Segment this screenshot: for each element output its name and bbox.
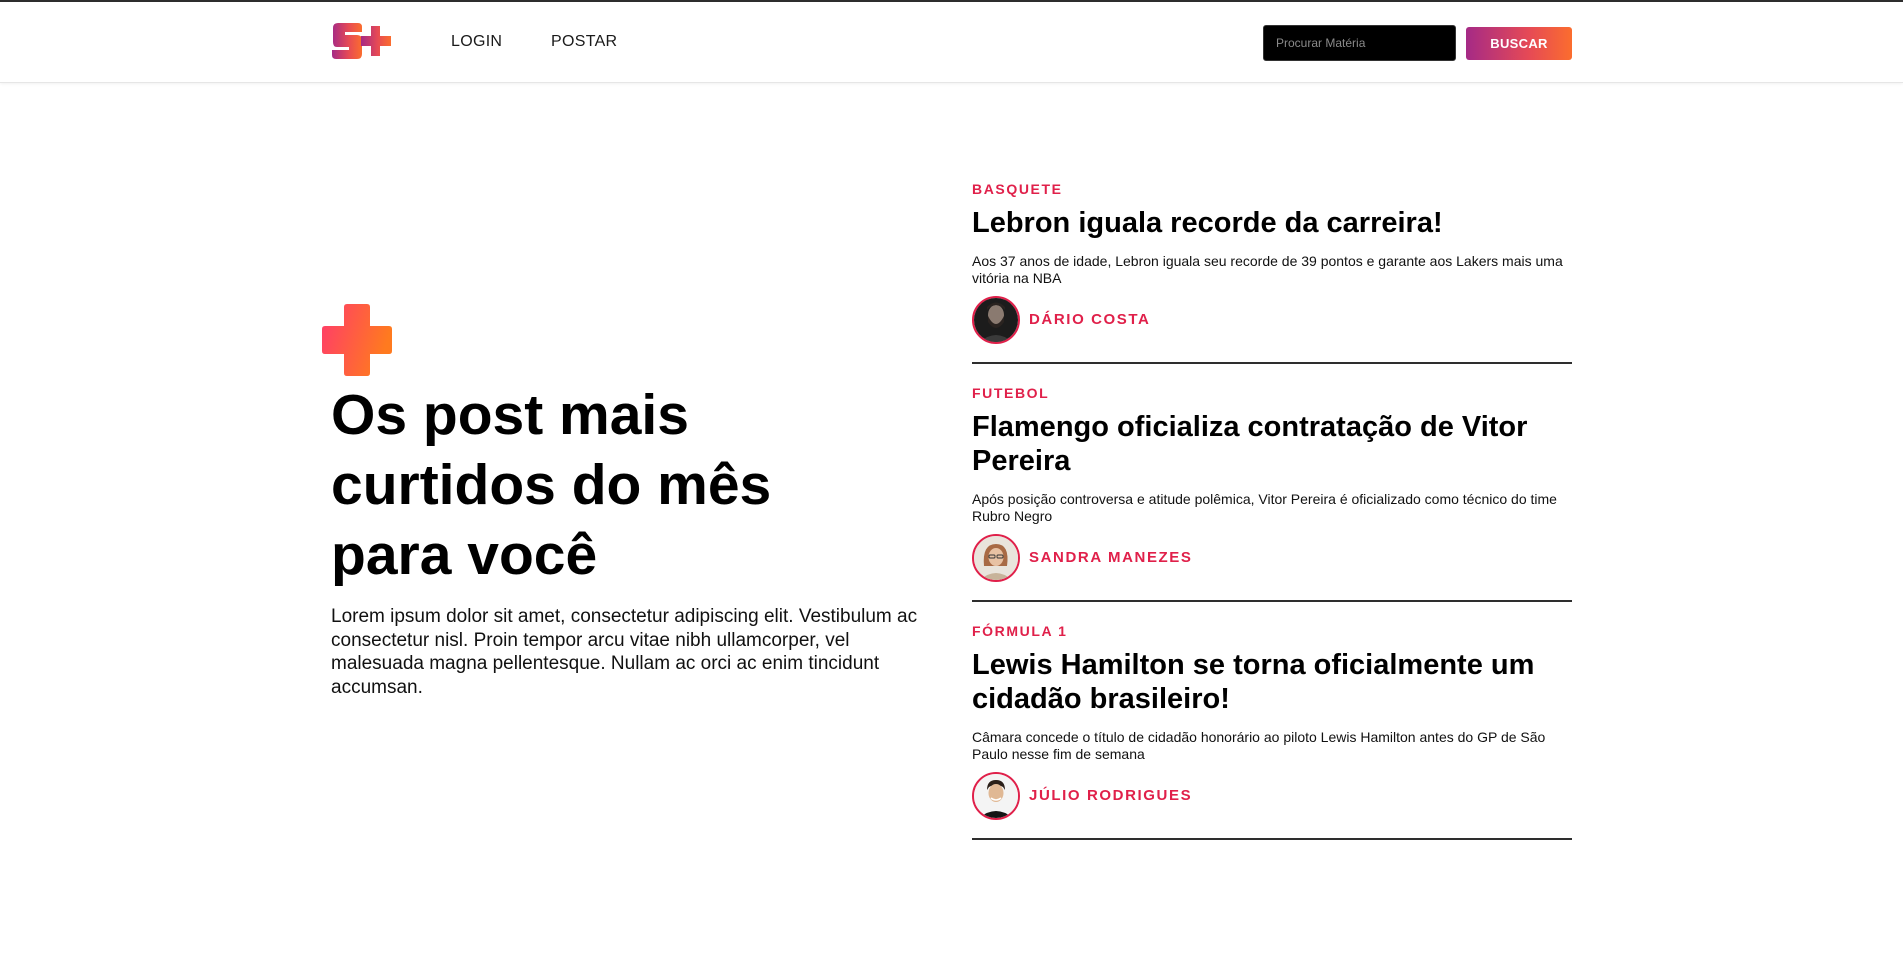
post-description: Câmara concede o título de cidadão honor… <box>972 729 1546 762</box>
post-category[interactable]: FÓRMULA 1 <box>972 623 1068 639</box>
search-input[interactable] <box>1263 25 1456 61</box>
nav-postar-link[interactable]: POSTAR <box>551 33 617 51</box>
post-description: Após posição controversa e atitude polêm… <box>972 491 1557 524</box>
post-category[interactable]: BASQUETE <box>972 181 1063 197</box>
logo[interactable] <box>331 22 393 60</box>
post-description: Aos 37 anos de idade, Lebron iguala seu … <box>972 253 1563 286</box>
post-title[interactable]: Lewis Hamilton se torna oficialmente um … <box>972 648 1572 716</box>
author-name[interactable]: JÚLIO RODRIGUES <box>1029 787 1192 804</box>
plus-icon <box>322 304 392 376</box>
post-title[interactable]: Lebron iguala recorde da carreira! <box>972 206 1572 240</box>
site-header: LOGIN POSTAR BUSCAR <box>0 2 1903 83</box>
post-divider <box>972 600 1572 602</box>
author-avatar[interactable] <box>972 296 1020 344</box>
post-divider <box>972 838 1572 840</box>
post-title[interactable]: Flamengo oficializa contratação de Vitor… <box>972 410 1572 478</box>
search-button[interactable]: BUSCAR <box>1466 27 1572 60</box>
author-name[interactable]: SANDRA MANEZES <box>1029 549 1193 566</box>
author-avatar[interactable] <box>972 772 1020 820</box>
hero-description: Lorem ipsum dolor sit amet, consectetur … <box>331 606 918 698</box>
author-avatar[interactable] <box>972 534 1020 582</box>
post-category[interactable]: FUTEBOL <box>972 385 1049 401</box>
nav-login-link[interactable]: LOGIN <box>451 33 502 51</box>
author-name[interactable]: DÁRIO COSTA <box>1029 311 1151 328</box>
hero-title: Os post mais curtidos do mês para você <box>331 383 772 587</box>
post-divider <box>972 362 1572 364</box>
